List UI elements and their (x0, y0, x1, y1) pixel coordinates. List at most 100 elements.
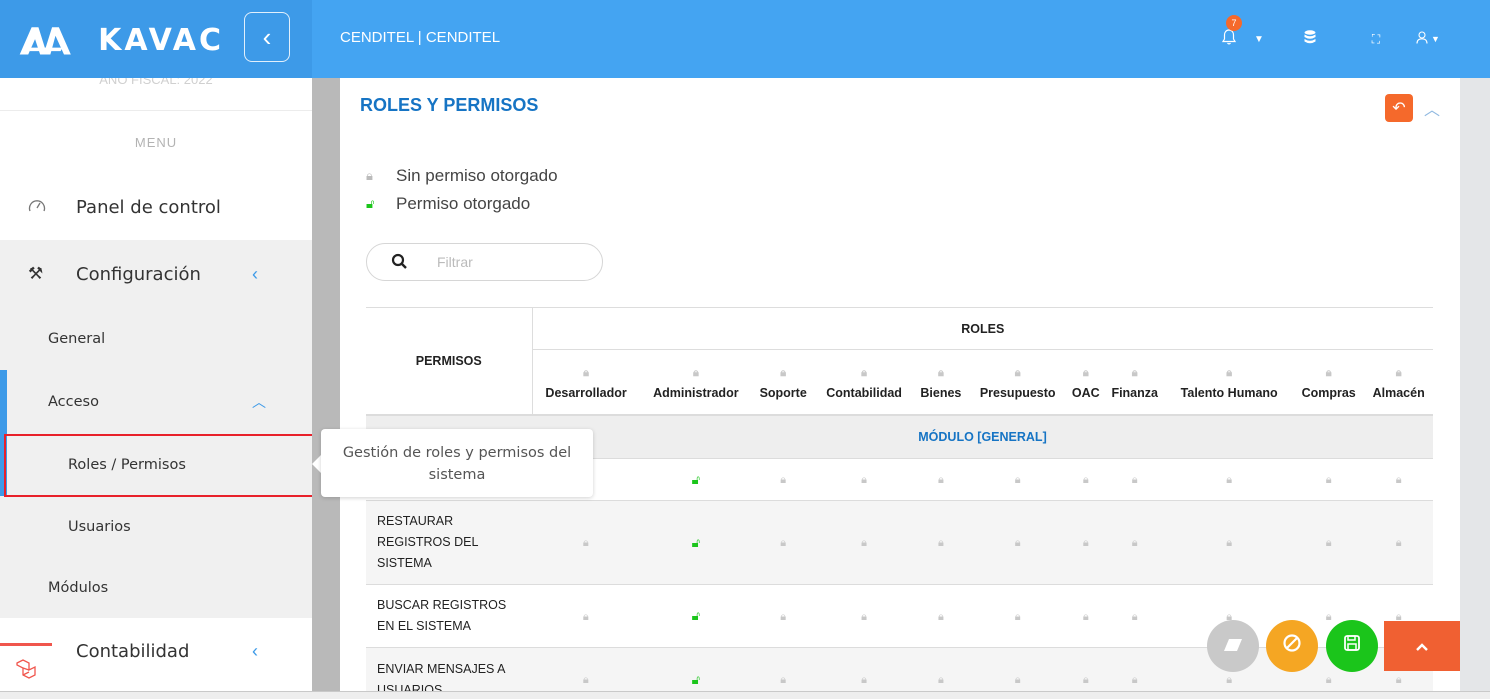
sidebar-item-acceso[interactable]: Acceso ︿ (0, 370, 312, 434)
lock-icon[interactable]: 🔒︎ (1104, 363, 1165, 383)
permission-cell: 🔒︎ (1293, 500, 1365, 585)
permission-cell: 🔒︎ (1067, 500, 1105, 585)
lock-icon[interactable]: 🔒︎ (1132, 474, 1138, 486)
lock-icon[interactable]: 🔒︎ (1396, 474, 1402, 486)
brand-logo[interactable]: KAVAC (18, 20, 224, 60)
lock-icon[interactable]: 🔒︎ (1326, 611, 1332, 623)
sidebar-item-modulos[interactable]: Módulos (0, 558, 312, 618)
lock-icon[interactable]: 🔒︎ (1132, 537, 1138, 549)
user-menu-button[interactable]: ▼ (1406, 22, 1450, 56)
permission-cell: 🔒︎ (1104, 584, 1166, 648)
lock-icon[interactable]: 🔒︎ (861, 537, 867, 549)
tools-icon: ⚒ (28, 264, 44, 283)
lock-icon[interactable]: 🔒︎ (780, 611, 786, 623)
fullscreen-button[interactable]: ⛶ (1346, 22, 1406, 56)
back-button[interactable]: ↶ (1385, 94, 1413, 122)
lock-icon: 🔒︎ (366, 168, 373, 183)
lock-icon[interactable]: 🔒︎ (914, 363, 968, 383)
lock-icon[interactable]: 🔒︎ (780, 474, 786, 486)
lock-icon[interactable]: 🔒︎ (814, 363, 914, 383)
role-header: 🔒︎ Almacén (1364, 350, 1433, 415)
role-label: Administrador (653, 385, 739, 400)
cancel-button[interactable] (1266, 620, 1318, 672)
lock-icon[interactable]: 🔒︎ (938, 674, 944, 686)
sidebar-item-configuracion[interactable]: ⚒ Configuración ‹ (0, 240, 312, 308)
permission-cell: 🔒︎ (1067, 584, 1105, 648)
lock-icon[interactable]: 🔒︎ (1326, 537, 1332, 549)
notifications-button[interactable]: 7 (1214, 15, 1244, 56)
save-button[interactable] (1326, 620, 1378, 672)
filter-input[interactable] (437, 250, 587, 274)
lock-icon[interactable]: 🔒︎ (1015, 537, 1021, 549)
sidebar-divider (0, 110, 312, 111)
lock-icon[interactable]: 🔒︎ (1083, 611, 1089, 623)
laravel-icon (14, 658, 38, 687)
lock-icon[interactable]: 🔒︎ (1326, 474, 1332, 486)
role-header: 🔒︎ Soporte (752, 350, 814, 415)
permission-cell: 🔓︎ (639, 458, 753, 501)
lock-icon[interactable]: 🔒︎ (533, 363, 640, 383)
notifications-dropdown[interactable]: ▼ (1244, 22, 1274, 56)
lock-icon[interactable]: 🔒︎ (861, 674, 867, 686)
role-label: Talento Humano (1180, 385, 1278, 400)
sidebar-item-label: Roles / Permisos (68, 457, 186, 473)
scroll-top-button[interactable] (1384, 621, 1460, 671)
lock-icon[interactable]: 🔒︎ (583, 611, 589, 623)
lock-icon[interactable]: 🔒︎ (1396, 537, 1402, 549)
lock-icon[interactable]: 🔒︎ (752, 363, 814, 383)
permission-cell: 🔒︎ (814, 584, 914, 648)
sidebar-toggle-button[interactable]: ‹ (244, 12, 290, 62)
unlock-icon[interactable]: 🔓︎ (692, 535, 700, 550)
unlock-icon[interactable]: 🔓︎ (692, 608, 700, 623)
database-icon (1304, 30, 1316, 48)
permission-cell: 🔒︎ (814, 458, 914, 501)
lock-icon[interactable]: 🔒︎ (1015, 474, 1021, 486)
sidebar-item-panel-de-control[interactable]: Panel de control (0, 176, 312, 238)
lock-icon[interactable]: 🔒︎ (1226, 537, 1232, 549)
lock-icon[interactable]: 🔒︎ (780, 674, 786, 686)
lock-icon[interactable]: 🔒︎ (1083, 537, 1089, 549)
permission-cell: 🔒︎ (913, 584, 968, 648)
lock-icon[interactable]: 🔒︎ (780, 537, 786, 549)
unlock-icon[interactable]: 🔓︎ (692, 672, 700, 687)
lock-icon[interactable]: 🔒︎ (1083, 674, 1089, 686)
organization-name: CENDITEL | CENDITEL (340, 29, 501, 46)
lock-icon[interactable]: 🔒︎ (938, 537, 944, 549)
lock-icon[interactable]: 🔒︎ (1396, 674, 1402, 686)
lock-icon[interactable]: 🔒︎ (1326, 674, 1332, 686)
lock-icon[interactable]: 🔒︎ (968, 363, 1068, 383)
lock-icon[interactable]: 🔒︎ (1068, 363, 1105, 383)
sidebar-item-general[interactable]: General (0, 308, 312, 370)
sidebar-item-roles-permisos[interactable]: Roles / Permisos (0, 434, 312, 496)
collapse-card-button[interactable]: ︿ (1424, 96, 1440, 120)
bell-icon (1221, 29, 1237, 49)
database-button[interactable] (1274, 22, 1346, 56)
sidebar: AÑO FISCAL: 2022 MENU Panel de control ⚒… (0, 78, 312, 699)
lock-icon[interactable]: 🔒︎ (1132, 674, 1138, 686)
role-header: 🔒︎ Desarrollador (532, 350, 640, 415)
lock-icon[interactable]: 🔒︎ (1293, 363, 1364, 383)
permission-cell: 🔒︎ (967, 458, 1068, 501)
lock-icon[interactable]: 🔒︎ (938, 474, 944, 486)
lock-icon[interactable]: 🔒︎ (1132, 611, 1138, 623)
lock-icon[interactable]: 🔒︎ (1015, 674, 1021, 686)
sidebar-item-label: General (48, 331, 106, 347)
lock-icon[interactable]: 🔒︎ (938, 611, 944, 623)
lock-icon[interactable]: 🔒︎ (1226, 474, 1232, 486)
sidebar-item-usuarios[interactable]: Usuarios (0, 496, 312, 558)
lock-icon[interactable]: 🔒︎ (861, 611, 867, 623)
lock-icon[interactable]: 🔒︎ (861, 474, 867, 486)
lock-icon[interactable]: 🔒︎ (1226, 674, 1232, 686)
lock-icon[interactable]: 🔒︎ (1015, 611, 1021, 623)
lock-icon[interactable]: 🔒︎ (1364, 363, 1433, 383)
lock-icon[interactable]: 🔒︎ (640, 363, 752, 383)
permission-cell: 🔒︎ (1104, 500, 1166, 585)
lock-icon[interactable]: 🔒︎ (583, 674, 589, 686)
clear-button[interactable] (1207, 620, 1259, 672)
lock-icon[interactable]: 🔒︎ (1165, 363, 1293, 383)
top-navbar: KAVAC ‹ CENDITEL | CENDITEL 7 ▼ ⛶ ▼ (0, 0, 1490, 78)
lock-icon[interactable]: 🔒︎ (1083, 474, 1089, 486)
lock-icon[interactable]: 🔒︎ (583, 537, 589, 549)
unlock-icon[interactable]: 🔓︎ (692, 472, 700, 487)
permission-cell: 🔒︎ (913, 458, 968, 501)
